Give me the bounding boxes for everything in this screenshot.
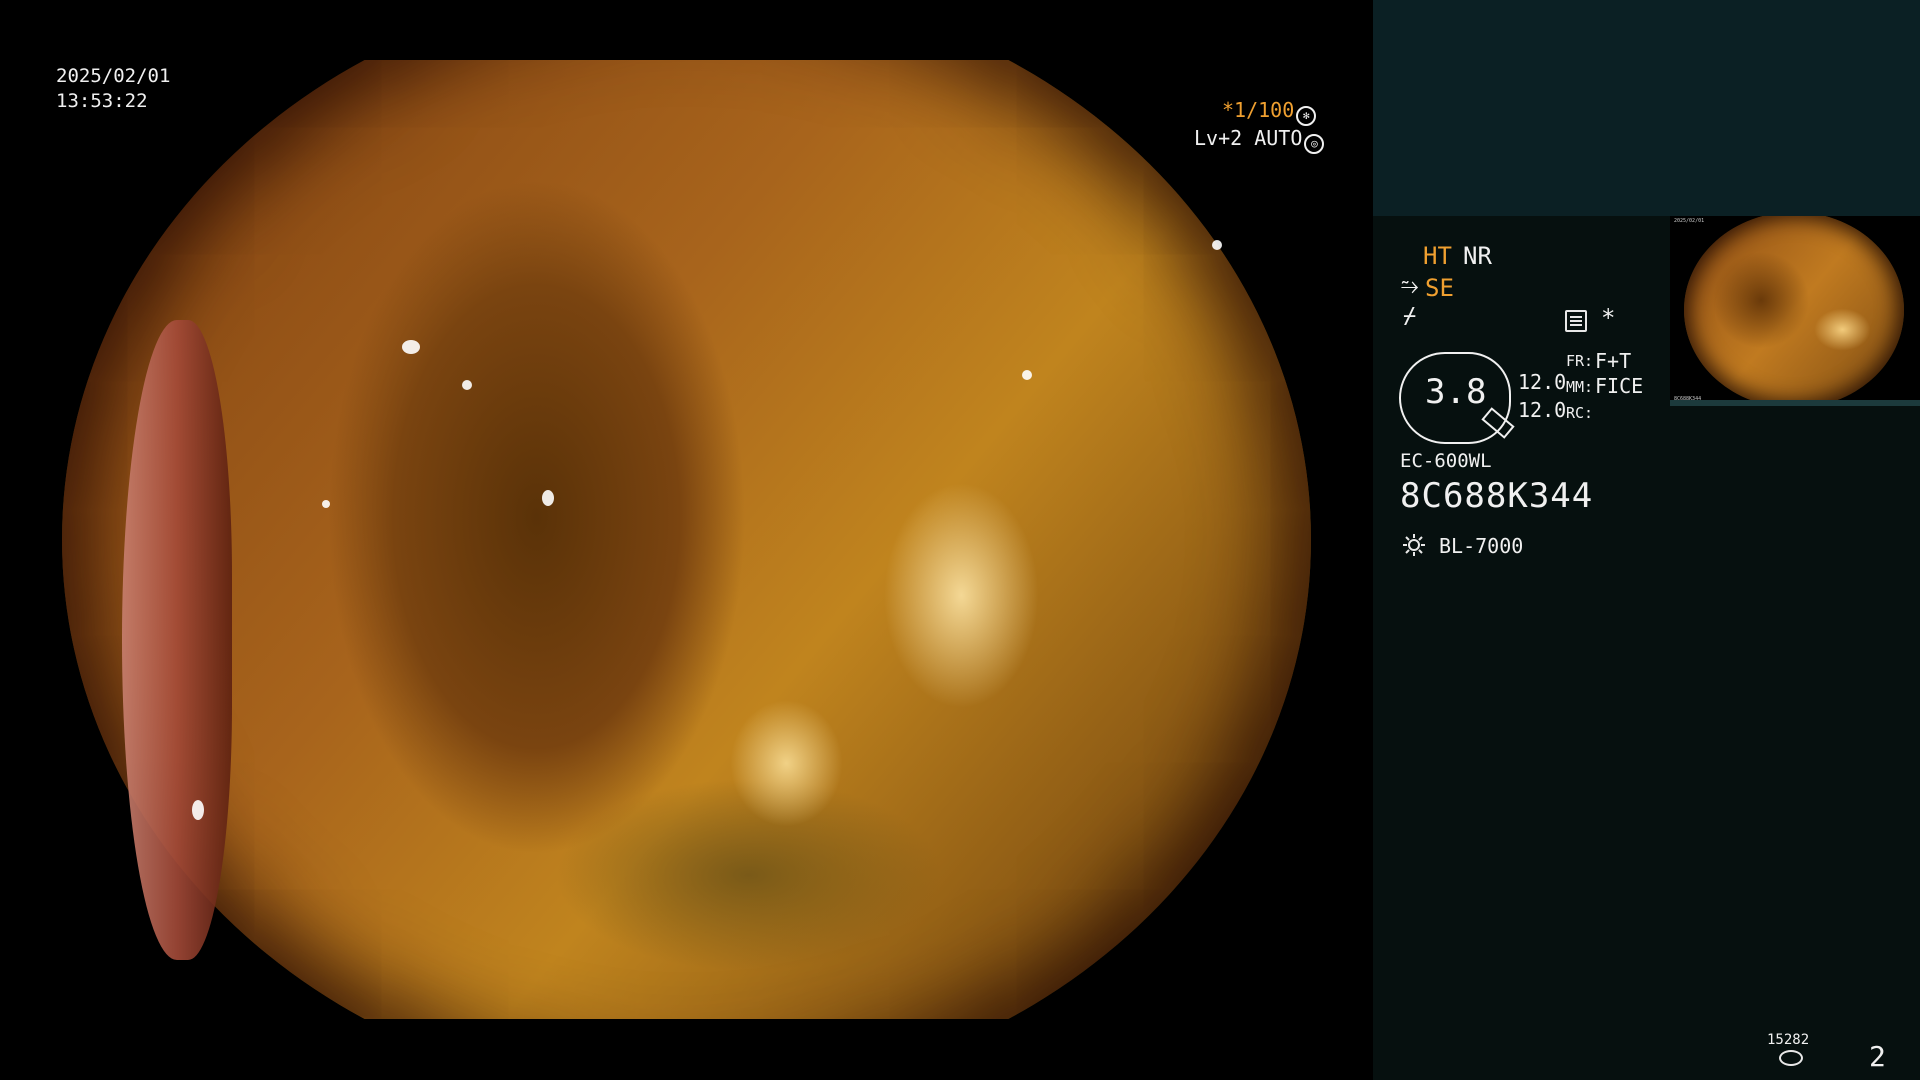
scope-serial: 8C688K344 bbox=[1400, 476, 1594, 516]
shutter-icon: ✻ bbox=[1296, 106, 1317, 126]
mm-value: FICE bbox=[1595, 374, 1644, 398]
thumbnail-image bbox=[1684, 216, 1904, 406]
status-panel: 2025/02/01 8C688K344 HT NR ⥲ SE ⌿ * 3.8 … bbox=[1373, 0, 1920, 1080]
iris-icon: ◎ bbox=[1304, 134, 1325, 154]
endoscopic-image-disc bbox=[62, 60, 1311, 1019]
shutter-text: *1/100 bbox=[1222, 98, 1295, 122]
fr-value: F+T bbox=[1595, 349, 1632, 373]
rc-label: RC: bbox=[1566, 404, 1594, 422]
specular-glare bbox=[322, 500, 330, 508]
specular-glare bbox=[462, 380, 472, 390]
status-panel-header bbox=[1373, 0, 1920, 216]
disk-icon bbox=[1779, 1050, 1803, 1066]
thumbnail-preview[interactable]: 2025/02/01 8C688K344 bbox=[1670, 216, 1920, 406]
specular-glare bbox=[542, 490, 554, 506]
nr-indicator: NR bbox=[1463, 242, 1492, 270]
page-number: 2 bbox=[1869, 1040, 1886, 1073]
image-counter: 15282 bbox=[1767, 1032, 1810, 1048]
specular-glare bbox=[1022, 370, 1032, 380]
value-1: 12.0 bbox=[1518, 370, 1567, 394]
ht-indicator: HT bbox=[1423, 242, 1452, 270]
light-source: BL-7000 bbox=[1439, 534, 1524, 558]
asterisk-indicator: * bbox=[1601, 304, 1616, 332]
specular-glare bbox=[192, 800, 204, 820]
structure-enhance-icon: ⥲ bbox=[1401, 274, 1419, 299]
f-mode-icon: ⌿ bbox=[1403, 304, 1417, 329]
scope-model: EC-600WL bbox=[1400, 450, 1492, 472]
brightness-level-indicator: Lv+2 AUTO ◎ bbox=[1194, 126, 1325, 154]
thumbnail-bar bbox=[1670, 400, 1920, 406]
endoscopic-image bbox=[62, 60, 1311, 1019]
specular-glare bbox=[402, 340, 420, 354]
level-text: Lv+2 AUTO bbox=[1194, 126, 1303, 150]
se-indicator: SE bbox=[1425, 274, 1454, 302]
shutter-indicator: *1/100 ✻ bbox=[1222, 98, 1317, 126]
value-2: 12.0 bbox=[1518, 398, 1567, 422]
zoom-value: 3.8 bbox=[1425, 372, 1487, 412]
date-time-display: 2025/02/01 13:53:22 bbox=[56, 64, 170, 114]
endoscope-view-area: 2025/02/01 13:53:22 *1/100 ✻ Lv+2 AUTO ◎ bbox=[0, 0, 1373, 1080]
fr-label: FR: bbox=[1566, 352, 1594, 370]
menu-icon bbox=[1565, 310, 1587, 332]
time-text: 13:53:22 bbox=[56, 90, 148, 112]
sun-icon bbox=[1403, 534, 1425, 556]
specular-glare bbox=[1212, 240, 1222, 250]
date-text: 2025/02/01 bbox=[56, 65, 171, 87]
thumbnail-date: 2025/02/01 bbox=[1674, 218, 1705, 224]
mm-label: MM: bbox=[1566, 378, 1594, 396]
mucosal-fold bbox=[122, 320, 232, 960]
